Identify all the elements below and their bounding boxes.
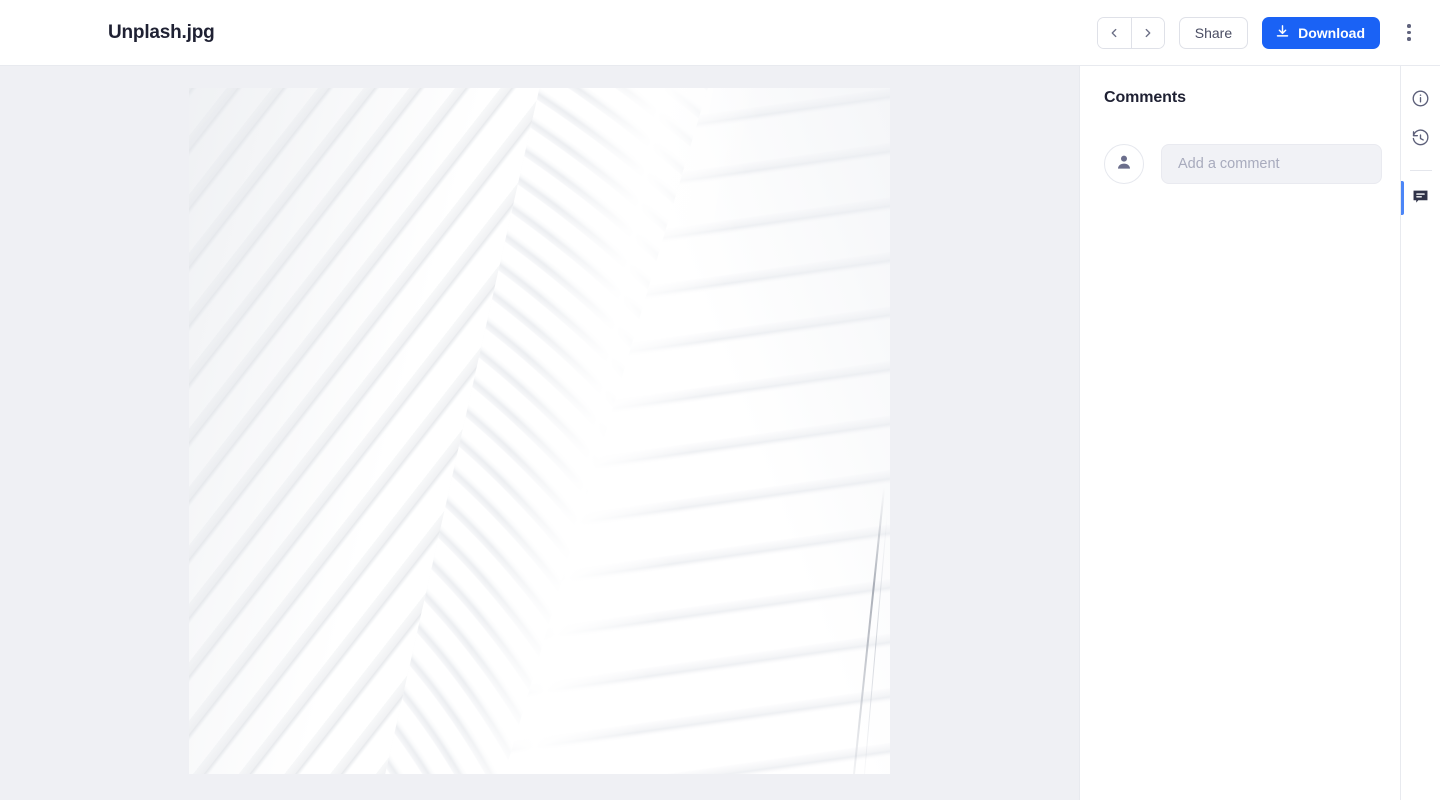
- rail-item-comments[interactable]: [1400, 178, 1440, 218]
- avatar: [1104, 144, 1144, 184]
- app-body: Comments: [0, 66, 1440, 800]
- chevron-right-icon: [1141, 26, 1155, 40]
- chevron-left-icon: [1107, 26, 1121, 40]
- rail-divider: [1409, 170, 1432, 171]
- history-clock-icon: [1411, 129, 1430, 151]
- comments-panel-title: Comments: [1104, 89, 1186, 106]
- photo-inner: [189, 88, 890, 774]
- prev-next-group: [1096, 16, 1165, 49]
- more-options-button[interactable]: [1396, 17, 1422, 49]
- download-button[interactable]: Download: [1262, 16, 1380, 49]
- previous-image-button[interactable]: [1097, 17, 1131, 48]
- app-header: Unplash.jpg Share Download: [0, 0, 1440, 66]
- user-avatar-icon: [1114, 152, 1134, 177]
- kebab-menu-icon: [1407, 24, 1411, 41]
- comments-sidebar: Comments: [1080, 66, 1400, 800]
- header-actions: Share Download: [1096, 16, 1422, 49]
- next-image-button[interactable]: [1130, 17, 1164, 48]
- add-comment-row: [1104, 144, 1382, 184]
- right-tool-rail: [1400, 66, 1440, 800]
- page-title: Unplash.jpg: [108, 22, 215, 43]
- image-canvas[interactable]: [0, 66, 1080, 800]
- rail-item-version-history[interactable]: [1401, 120, 1440, 160]
- download-button-label: Download: [1298, 24, 1365, 41]
- image-preview[interactable]: [189, 88, 890, 774]
- info-circle-icon: [1411, 89, 1430, 111]
- download-icon: [1275, 24, 1290, 41]
- image-viewer-app: Unplash.jpg Share Download Comments Add …: [0, 0, 1440, 800]
- add-comment-input[interactable]: [1161, 144, 1382, 184]
- rail-item-info[interactable]: [1401, 80, 1440, 120]
- share-button[interactable]: Share: [1178, 16, 1249, 49]
- comment-bubble-icon: [1411, 187, 1430, 209]
